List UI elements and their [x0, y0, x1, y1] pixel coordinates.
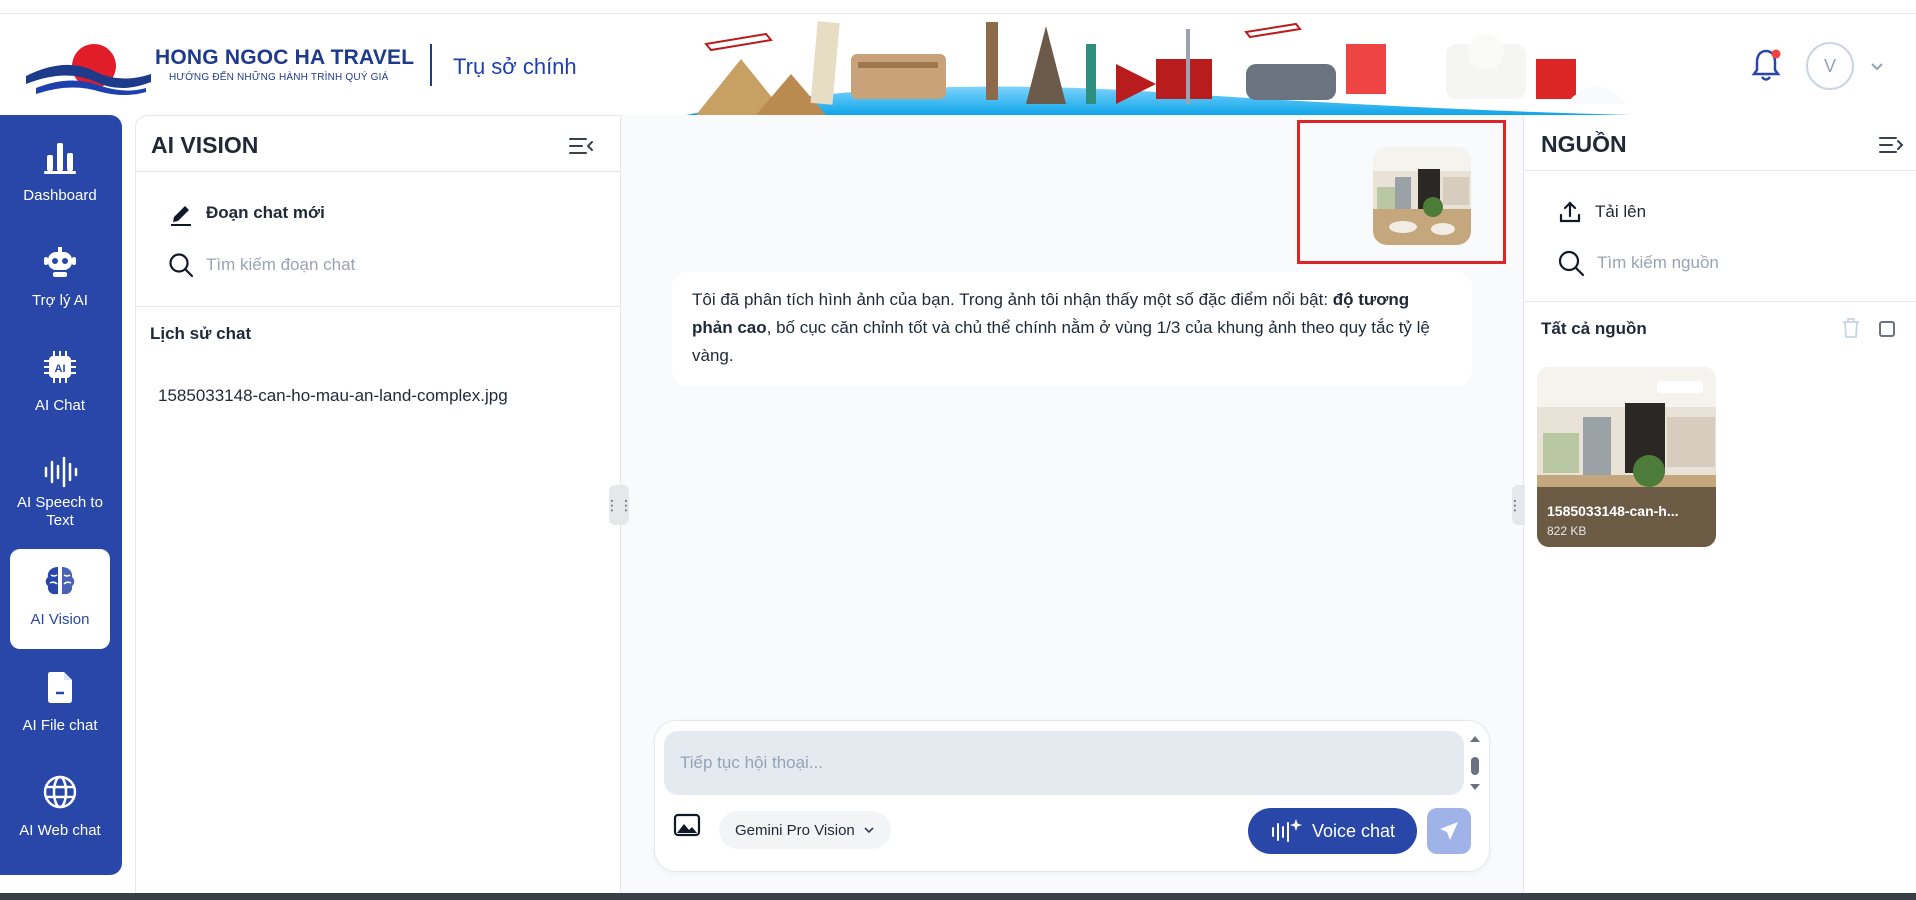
panel-divider	[1525, 301, 1916, 302]
send-button[interactable]	[1427, 808, 1471, 854]
expand-panel-icon[interactable]	[1878, 134, 1904, 156]
image-upload-icon[interactable]	[673, 811, 701, 839]
reply-text-continued: , bố cục căn chỉnh tốt và chủ thể chính …	[692, 318, 1430, 365]
user-avatar[interactable]: V	[1806, 42, 1854, 90]
waveform-icon	[44, 456, 78, 488]
robot-icon	[44, 247, 76, 277]
search-icon	[1558, 250, 1585, 277]
upload-icon	[1559, 201, 1581, 223]
uploaded-image-thumbnail[interactable]	[1373, 147, 1471, 245]
chevron-down-icon[interactable]	[1869, 58, 1885, 74]
source-file-size: 822 KB	[1547, 524, 1587, 538]
message-input[interactable]	[664, 731, 1464, 795]
nav-item-ai-web-chat[interactable]: AI Web chat	[10, 760, 110, 860]
all-sources-label: Tất cả nguồn	[1541, 319, 1647, 338]
nav-label: AI Vision	[30, 611, 90, 628]
nav-label: AI Web chat	[19, 822, 101, 839]
new-chat-button[interactable]: Đoạn chat mới	[168, 200, 325, 226]
message-composer: Gemini Pro Vision Voice chat	[654, 720, 1490, 872]
nav-label: AI Chat	[34, 397, 86, 414]
brain-icon	[45, 567, 75, 595]
panel-title: NGUỒN	[1541, 131, 1627, 157]
history-label: Lịch sử chat	[150, 324, 252, 343]
panel-title: AI VISION	[151, 132, 259, 158]
chat-search-input[interactable]: Tìm kiếm đoạn chat	[168, 252, 355, 278]
input-scrollbar[interactable]	[1465, 731, 1485, 795]
chat-search-placeholder: Tìm kiếm đoạn chat	[206, 255, 356, 274]
source-file-card[interactable]: 1585033148-can-h... 822 KB	[1537, 367, 1716, 547]
trash-icon[interactable]	[1842, 318, 1860, 338]
reply-text: Tôi đã phân tích hình ảnh của bạn. Trong…	[692, 290, 1333, 309]
svg-text:AI: AI	[55, 363, 66, 375]
os-taskbar-edge	[0, 893, 1916, 900]
send-icon	[1440, 822, 1458, 840]
browser-top-edge	[0, 0, 1916, 14]
collapse-panel-icon[interactable]	[568, 135, 594, 157]
nav-item-ai-chat[interactable]: AI AI Chat	[10, 335, 110, 435]
model-selector[interactable]: Gemini Pro Vision	[719, 811, 891, 849]
sources-panel: NGUỒN Tải lên Tìm kiếm nguồn Tất cả nguồ…	[1525, 115, 1916, 900]
branch-name: Trụ sở chính	[453, 54, 577, 79]
nav-item-dashboard[interactable]: Dashboard	[10, 125, 110, 225]
nav-item-ai-assistant[interactable]: Trợ lý AI	[10, 230, 110, 330]
search-icon	[169, 253, 194, 278]
drag-handle-left[interactable]: ⋮⋮	[605, 485, 633, 525]
nav-item-ai-vision[interactable]: AI Vision	[10, 549, 110, 649]
notification-bell[interactable]	[1751, 47, 1781, 83]
sidebar-nav: Dashboard Trợ lý AI AI AI Chat AI Speech…	[0, 115, 122, 875]
brand-logo	[26, 44, 151, 95]
brand-name: HONG NGOC HA TRAVEL	[155, 46, 415, 69]
upload-label: Tải lên	[1595, 202, 1647, 221]
header-divider	[430, 44, 432, 86]
panel-divider	[1525, 170, 1916, 171]
source-search-placeholder: Tìm kiếm nguồn	[1597, 253, 1719, 272]
assistant-message: Tôi đã phân tích hình ảnh của bạn. Trong…	[672, 272, 1472, 386]
history-item[interactable]: 1585033148-can-ho-mau-an-land-complex.jp…	[158, 386, 508, 406]
model-label: Gemini Pro Vision	[735, 821, 855, 839]
brand-text: HONG NGOC HA TRAVEL HƯỚNG ĐẾN NHỮNG HÀNH…	[155, 46, 414, 83]
source-file-name: 1585033148-can-h...	[1547, 503, 1679, 519]
panel-divider	[136, 171, 621, 172]
file-icon	[48, 672, 72, 703]
upload-button[interactable]: Tải lên	[1557, 199, 1646, 225]
bell-icon	[1751, 49, 1781, 81]
nav-label: AI File chat	[22, 717, 98, 734]
bar-chart-icon	[44, 143, 76, 174]
source-search-input[interactable]: Tìm kiếm nguồn	[1557, 249, 1719, 277]
nav-item-ai-speech-to-text[interactable]: AI Speech to Text	[10, 440, 110, 540]
voice-chat-button[interactable]: Voice chat	[1248, 808, 1417, 854]
panel-divider	[136, 306, 621, 307]
brand-tagline: HƯỚNG ĐẾN NHỮNG HÀNH TRÌNH QUÝ GIÁ	[169, 72, 389, 83]
source-image-preview	[1537, 367, 1716, 547]
chat-history-panel: AI VISION Đoạn chat mới Tìm kiếm đoạn ch…	[135, 115, 621, 900]
nav-label: Dashboard	[23, 187, 97, 204]
nav-item-ai-file-chat[interactable]: AI File chat	[10, 655, 110, 755]
voice-chat-label: Voice chat	[1311, 820, 1396, 841]
app-header: HONG NGOC HA TRAVEL HƯỚNG ĐẾN NHỮNG HÀNH…	[0, 14, 1916, 115]
edit-pen-icon	[171, 206, 191, 226]
ai-chip-icon: AI	[44, 351, 76, 383]
nav-label: Trợ lý AI	[32, 292, 88, 309]
chevron-down-icon	[864, 827, 874, 834]
travel-landmarks-banner	[686, 21, 1630, 115]
select-all-checkbox[interactable]	[1879, 321, 1895, 337]
new-chat-label: Đoạn chat mới	[206, 203, 325, 222]
nav-label: AI Speech to Text	[17, 494, 103, 529]
voice-sparkle-icon	[1271, 819, 1302, 842]
globe-icon	[43, 775, 77, 809]
